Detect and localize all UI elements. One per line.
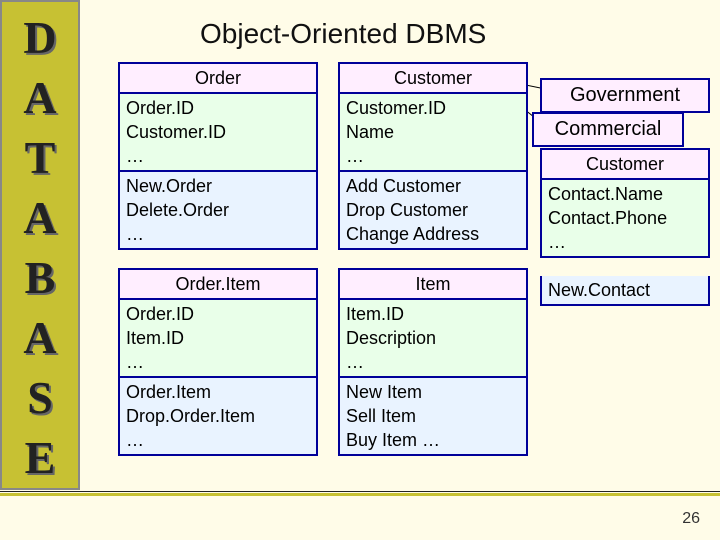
class-attrs: Item.ID Description … bbox=[338, 300, 528, 378]
subclass-government: Government bbox=[540, 78, 710, 113]
class-attrs: Customer.ID Name … bbox=[338, 94, 528, 172]
sidebar-letter: E bbox=[25, 428, 56, 488]
slide-title: Object-Oriented DBMS bbox=[200, 18, 486, 50]
class-attrs: Contact.Name Contact.Phone … bbox=[540, 180, 710, 258]
class-item: Item Item.ID Description … New Item Sell… bbox=[338, 268, 528, 456]
class-customer: Customer Customer.ID Name … Add Customer… bbox=[338, 62, 528, 250]
sidebar: D A T A B A S E bbox=[0, 0, 80, 490]
class-ops: New.Contact bbox=[540, 276, 710, 306]
class-header: Customer bbox=[540, 148, 710, 180]
sidebar-letter: A bbox=[23, 308, 56, 368]
sidebar-letter: B bbox=[25, 248, 56, 308]
class-attrs: Order.ID Item.ID … bbox=[118, 300, 318, 378]
class-header: Item bbox=[338, 268, 528, 300]
class-header: Order.Item bbox=[118, 268, 318, 300]
class-header: Order bbox=[118, 62, 318, 94]
class-ops: New Item Sell Item Buy Item … bbox=[338, 378, 528, 456]
class-ops: Order.Item Drop.Order.Item … bbox=[118, 378, 318, 456]
sidebar-letter: T bbox=[25, 128, 56, 188]
sidebar-letter: D bbox=[23, 8, 56, 68]
sidebar-letter: S bbox=[27, 368, 53, 428]
footer-rule bbox=[0, 492, 720, 496]
class-ops: New.Order Delete.Order … bbox=[118, 172, 318, 250]
class-ops: Add Customer Drop Customer Change Addres… bbox=[338, 172, 528, 250]
sidebar-letter: A bbox=[23, 188, 56, 248]
class-orderitem: Order.Item Order.ID Item.ID … Order.Item… bbox=[118, 268, 318, 456]
subclass-commercial: Commercial bbox=[532, 112, 684, 147]
class-contact: Customer Contact.Name Contact.Phone … Ne… bbox=[540, 148, 710, 306]
class-attrs: Order.ID Customer.ID … bbox=[118, 94, 318, 172]
slide-number: 26 bbox=[682, 510, 700, 528]
class-header: Customer bbox=[338, 62, 528, 94]
class-order: Order Order.ID Customer.ID … New.Order D… bbox=[118, 62, 318, 250]
sidebar-letter: A bbox=[23, 68, 56, 128]
